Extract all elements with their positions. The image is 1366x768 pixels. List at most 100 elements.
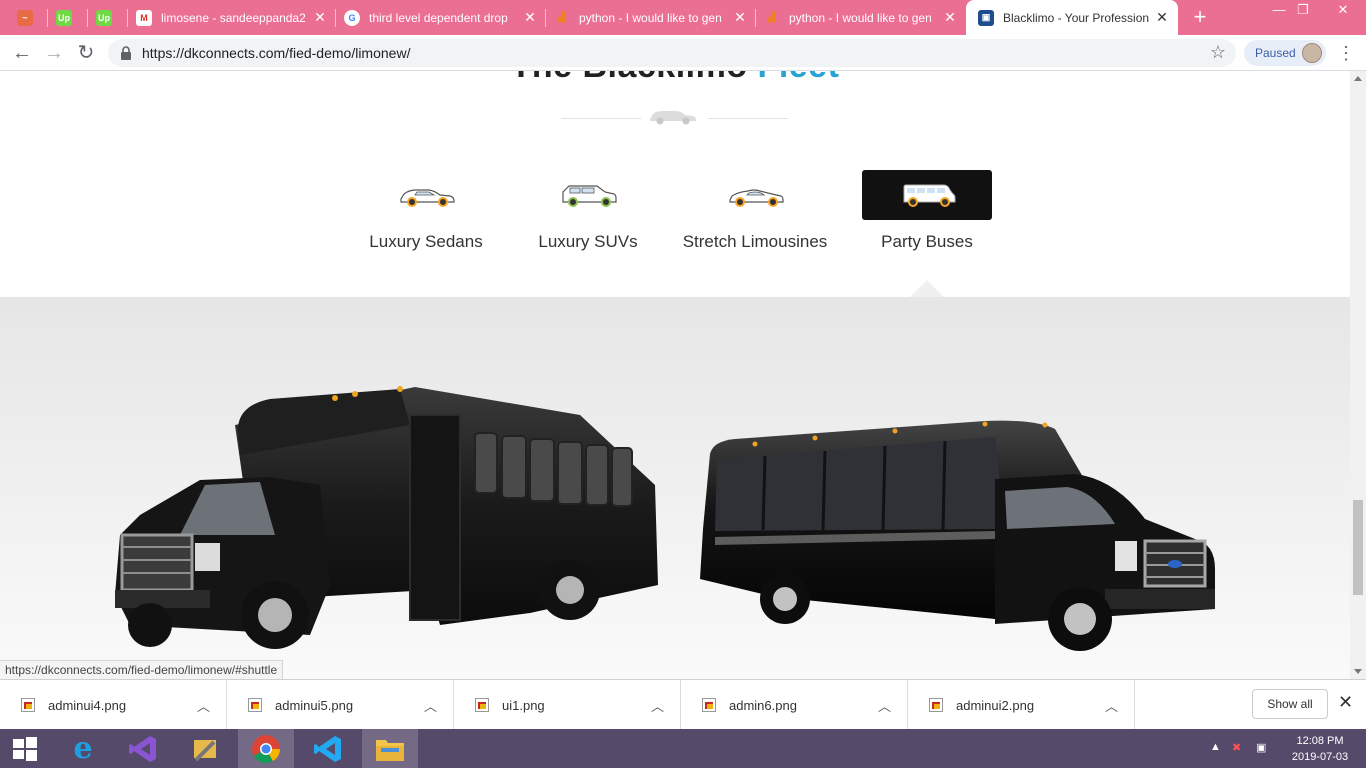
fleet-tab-suvs[interactable]: Luxury SUVs (523, 170, 673, 260)
chrome-icon[interactable] (238, 729, 294, 768)
limousine-icon (729, 189, 784, 207)
bus-icon: ▣ (978, 9, 994, 26)
fleet-tab-limousines[interactable]: Stretch Limousines (683, 170, 840, 260)
tab-title: python - I would like to gen (789, 10, 932, 25)
show-all-button[interactable]: Show all (1252, 689, 1328, 719)
tab-stackoverflow-1[interactable]: ▟ python - I would like to gen ✕ (546, 0, 756, 35)
heading-main: The Blacklimo (511, 71, 748, 85)
image-file-icon (475, 698, 489, 712)
party-bus-icon (903, 184, 956, 207)
image-file-icon (21, 698, 35, 712)
lock-icon (121, 46, 131, 60)
paused-label: Paused (1255, 46, 1296, 60)
close-icon[interactable]: ✕ (732, 9, 748, 26)
scroll-down-arrow-icon[interactable] (1354, 669, 1362, 674)
download-item[interactable]: adminui2.png ︿ (908, 680, 1135, 730)
bookmark-star-icon[interactable]: ☆ (1210, 42, 1226, 63)
chevron-up-icon[interactable]: ︿ (651, 696, 664, 715)
windows-taskbar: e ▲ ✖ ▣ 12:08 PM 2019-07-03 (0, 729, 1366, 768)
chevron-up-icon[interactable]: ︿ (197, 696, 210, 715)
fleet-tab-icon-box (523, 170, 653, 220)
download-filename: admin6.png (729, 698, 797, 713)
close-icon[interactable]: ✕ (942, 9, 958, 26)
action-center-icon[interactable]: ▣ (1256, 741, 1266, 754)
fleet-tab-icon-box (361, 170, 491, 220)
avatar (1302, 43, 1322, 63)
windows-start-icon[interactable] (0, 729, 50, 768)
close-icon[interactable]: ✕ (1154, 9, 1170, 26)
party-bus-right (700, 420, 1215, 651)
download-filename: ui1.png (502, 698, 545, 713)
close-icon[interactable]: ✕ (522, 9, 538, 26)
upwork-icon: Up (96, 9, 112, 26)
browser-toolbar: ← → ↻ https://dkconnects.com/fied-demo/l… (0, 35, 1366, 71)
tab-upwork-1[interactable]: ~ (0, 0, 48, 35)
status-bar-url: https://dkconnects.com/fied-demo/limonew… (0, 660, 284, 679)
back-button[interactable]: ← (8, 39, 36, 67)
close-shelf-icon[interactable]: ✕ (1338, 692, 1353, 713)
tab-title: limosene - sandeeppanda2 (161, 10, 306, 25)
scroll-up-arrow-icon[interactable] (1354, 76, 1362, 81)
network-warning-icon[interactable]: ✖ (1232, 741, 1241, 754)
tab-gmail[interactable]: M limosene - sandeeppanda2 ✕ (128, 0, 336, 35)
chevron-up-icon[interactable]: ︿ (424, 696, 437, 715)
tab-title: Blacklimo - Your Profession (1003, 10, 1150, 25)
window-close-button[interactable]: ✕ (1320, 0, 1366, 22)
divider-line (708, 118, 788, 119)
chevron-up-icon[interactable]: ︿ (1105, 696, 1118, 715)
download-item[interactable]: adminui4.png ︿ (0, 680, 227, 730)
tools-icon[interactable] (177, 729, 233, 768)
file-explorer-icon[interactable] (362, 729, 418, 768)
gmail-icon: M (136, 9, 152, 26)
fleet-tab-sedans[interactable]: Luxury Sedans (361, 170, 511, 260)
upwork-icon: Up (56, 9, 72, 26)
tab-blacklimo[interactable]: ▣ Blacklimo - Your Profession ✕ (966, 0, 1178, 35)
fleet-tab-label: Luxury Sedans (369, 232, 483, 251)
close-icon[interactable]: ✕ (312, 9, 328, 26)
scrollbar-thumb[interactable] (1353, 500, 1363, 595)
tab-upwork-2[interactable]: Up (48, 0, 88, 35)
download-item[interactable]: ui1.png ︿ (454, 680, 681, 730)
google-icon: G (344, 9, 360, 26)
image-file-icon (248, 698, 262, 712)
tab-google[interactable]: G third level dependent drop ✕ (336, 0, 546, 35)
fleet-tab-label: Luxury SUVs (538, 232, 638, 251)
forward-button[interactable]: → (40, 39, 68, 67)
stackoverflow-icon: ▟ (768, 12, 776, 22)
fleet-tab-icon-box (690, 170, 820, 220)
stackoverflow-icon: ▟ (558, 12, 566, 22)
download-item[interactable]: adminui5.png ︿ (227, 680, 454, 730)
fleet-tab-label: Stretch Limousines (682, 232, 828, 251)
tab-stackoverflow-2[interactable]: ▟ python - I would like to gen ✕ (756, 0, 966, 35)
download-item[interactable]: admin6.png ︿ (681, 680, 908, 730)
image-file-icon (702, 698, 716, 712)
page-viewport: The Blacklimo Fleet Luxury Sedans (0, 71, 1350, 679)
chevron-up-icon[interactable]: ︿ (878, 696, 891, 715)
clock-time: 12:08 PM (1296, 735, 1344, 747)
reload-button[interactable]: ↻ (72, 39, 100, 67)
profile-paused-button[interactable]: Paused (1244, 40, 1326, 66)
fleet-gallery (0, 297, 1350, 679)
internet-explorer-icon[interactable]: e (55, 729, 111, 768)
visual-studio-icon[interactable] (115, 729, 171, 768)
party-bus-left (115, 386, 658, 649)
system-clock[interactable]: 12:08 PM 2019-07-03 (1288, 733, 1352, 765)
fleet-tab-party-buses[interactable]: Party Buses (862, 170, 1012, 260)
download-filename: adminui4.png (48, 698, 127, 713)
vscode-icon[interactable] (300, 729, 356, 768)
url-text: https://dkconnects.com/fied-demo/limonew… (142, 45, 411, 61)
download-shelf: adminui4.png ︿ adminui5.png ︿ ui1.png ︿ … (0, 679, 1366, 730)
clock-date: 2019-07-03 (1291, 751, 1349, 763)
menu-icon[interactable]: ⋮ (1336, 39, 1356, 67)
address-bar[interactable]: https://dkconnects.com/fied-demo/limonew… (108, 39, 1236, 67)
new-tab-button[interactable]: + (1188, 5, 1212, 29)
divider-car-icon (650, 111, 696, 125)
fleet-tab-label: Party Buses (881, 232, 973, 251)
tab-upwork-3[interactable]: Up (88, 0, 128, 35)
image-file-icon (929, 698, 943, 712)
download-filename: adminui5.png (275, 698, 354, 713)
tray-expand-icon[interactable]: ▲ (1210, 741, 1221, 753)
page-scrollbar[interactable] (1350, 71, 1366, 679)
sedan-icon (400, 189, 455, 207)
fleet-tab-icon-box (862, 170, 992, 220)
